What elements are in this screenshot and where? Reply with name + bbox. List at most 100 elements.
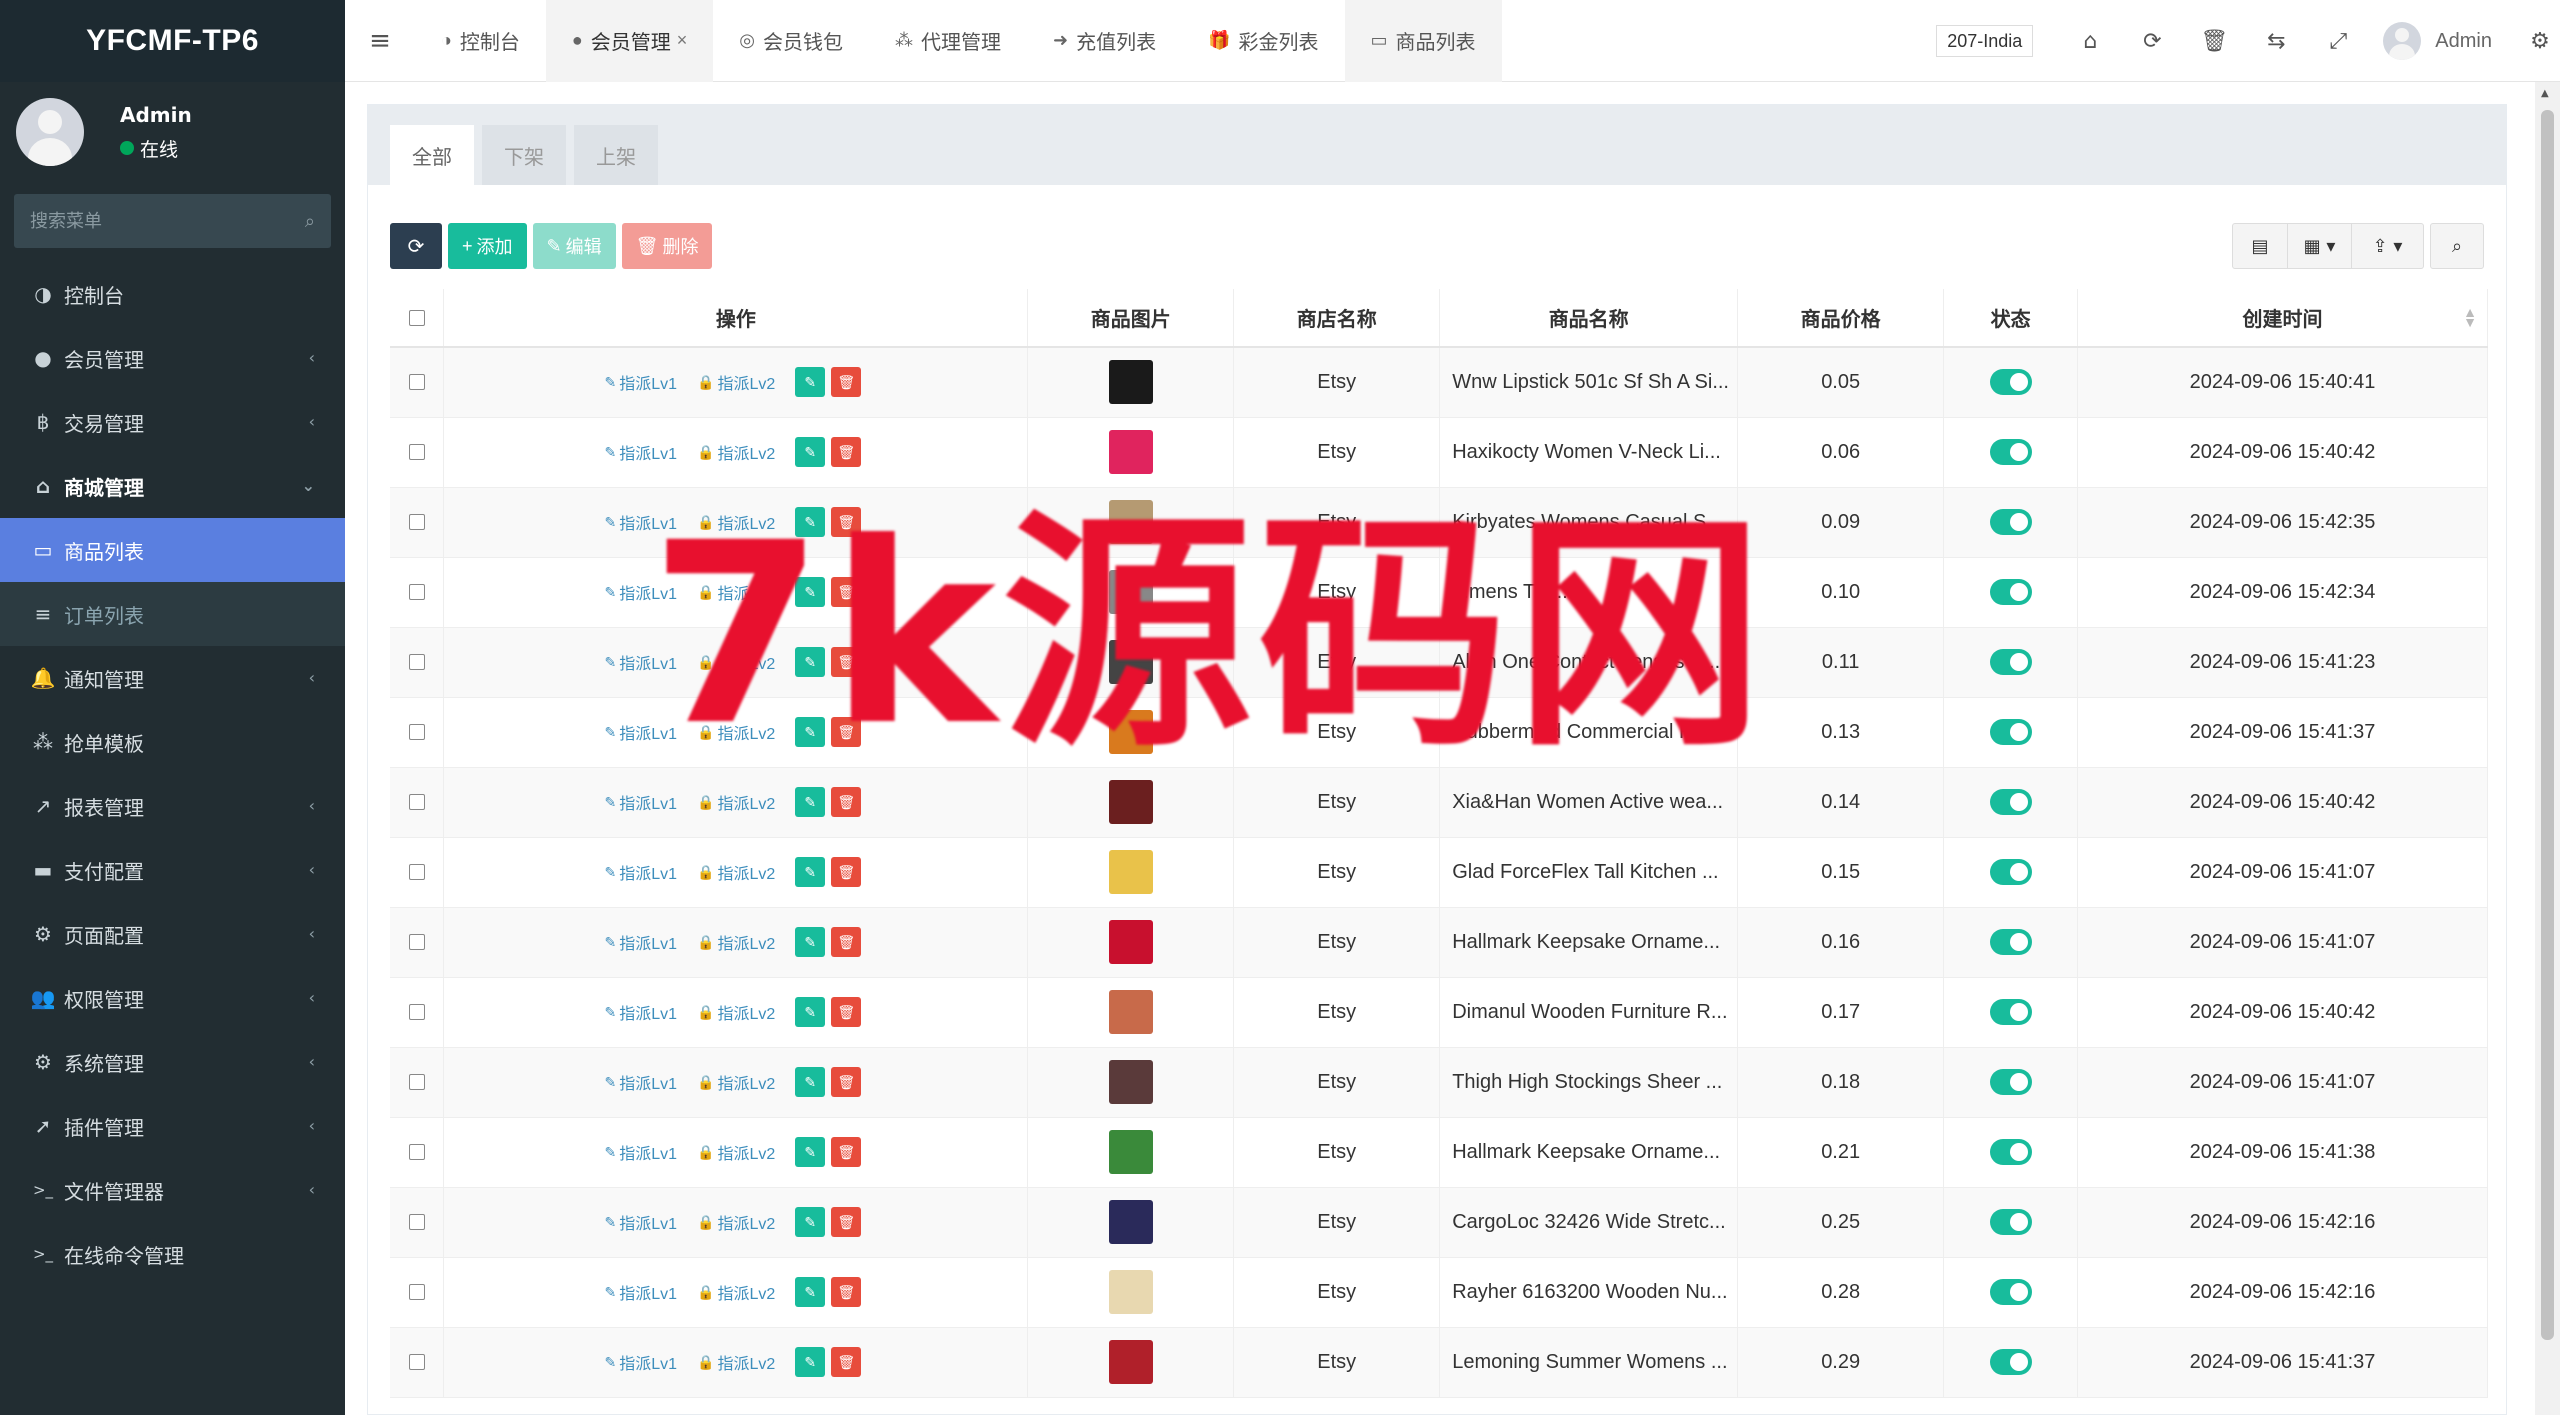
product-thumbnail[interactable] xyxy=(1108,990,1153,1034)
product-thumbnail[interactable] xyxy=(1108,710,1153,754)
columns-icon[interactable]: ▦ ▾ xyxy=(2288,223,2352,269)
assign-lv1-link[interactable]: ✎ 指派Lv1 xyxy=(605,370,678,394)
refresh-button[interactable]: ⟳ xyxy=(390,223,442,269)
sidebar-item-4[interactable]: ▭ 商品列表 xyxy=(0,518,345,582)
sidebar-item-3[interactable]: ⌂ 商城管理 ⌄ xyxy=(0,454,345,518)
sidebar-item-2[interactable]: ฿ 交易管理 ‹ xyxy=(0,390,345,454)
row-edit-button[interactable]: ✎ xyxy=(795,927,826,957)
status-toggle[interactable] xyxy=(1989,859,2032,885)
status-toggle[interactable] xyxy=(1989,509,2032,535)
row-edit-button[interactable]: ✎ xyxy=(795,367,826,398)
select-all-checkbox[interactable] xyxy=(408,309,425,326)
assign-lv2-link[interactable]: 🔒 指派Lv2 xyxy=(697,1000,775,1024)
row-edit-button[interactable]: ✎ xyxy=(795,1137,826,1167)
product-thumbnail[interactable] xyxy=(1108,850,1153,894)
status-toggle[interactable] xyxy=(1989,1139,2032,1165)
sidebar-item-1[interactable]: ● 会员管理 ‹ xyxy=(0,326,345,390)
row-checkbox[interactable] xyxy=(408,864,425,881)
toggle-view-icon[interactable]: ▤ xyxy=(2232,223,2288,269)
row-checkbox[interactable] xyxy=(408,1144,425,1161)
row-checkbox[interactable] xyxy=(408,1214,425,1231)
product-thumbnail[interactable] xyxy=(1108,920,1153,964)
row-edit-button[interactable]: ✎ xyxy=(795,507,826,537)
row-edit-button[interactable]: ✎ xyxy=(795,1277,826,1307)
assign-lv1-link[interactable]: ✎ 指派Lv1 xyxy=(605,1280,678,1304)
assign-lv2-link[interactable]: 🔒 指派Lv2 xyxy=(697,1070,775,1094)
search-icon[interactable]: ⌕ xyxy=(305,211,315,232)
row-checkbox[interactable] xyxy=(408,374,425,391)
row-edit-button[interactable]: ✎ xyxy=(795,1207,826,1237)
sidebar-item-15[interactable]: >_ 在线命令管理 xyxy=(0,1222,345,1286)
assign-lv2-link[interactable]: 🔒 指派Lv2 xyxy=(697,1140,775,1164)
tab-0[interactable]: ◑ 控制台 xyxy=(415,0,546,82)
sidebar-item-7[interactable]: ⁂ 抢单模板 xyxy=(0,710,345,774)
add-button[interactable]: + 添加 xyxy=(448,223,527,269)
row-delete-button[interactable]: 🗑 xyxy=(831,1067,862,1097)
tab-all[interactable]: 全部 xyxy=(390,125,474,185)
product-thumbnail[interactable] xyxy=(1108,1060,1153,1104)
product-thumbnail[interactable] xyxy=(1108,640,1153,684)
edit-button[interactable]: ✎ 编辑 xyxy=(532,223,616,269)
row-delete-button[interactable]: 🗑 xyxy=(831,857,862,887)
status-toggle[interactable] xyxy=(1989,369,2032,396)
assign-lv1-link[interactable]: ✎ 指派Lv1 xyxy=(605,720,678,744)
tab-online[interactable]: 上架 xyxy=(574,125,658,185)
row-delete-button[interactable]: 🗑 xyxy=(831,507,862,537)
assign-lv1-link[interactable]: ✎ 指派Lv1 xyxy=(605,1070,678,1094)
sidebar-item-0[interactable]: ◑ 控制台 xyxy=(0,262,345,326)
assign-lv1-link[interactable]: ✎ 指派Lv1 xyxy=(605,1210,678,1234)
row-delete-button[interactable]: 🗑 xyxy=(831,1207,862,1237)
menu-toggle-icon[interactable]: ≡ xyxy=(345,26,415,56)
tab-5[interactable]: 🎁 彩金列表 xyxy=(1182,0,1344,82)
assign-lv1-link[interactable]: ✎ 指派Lv1 xyxy=(605,790,678,814)
sidebar-item-9[interactable]: ▬ 支付配置 ‹ xyxy=(0,838,345,902)
assign-lv1-link[interactable]: ✎ 指派Lv1 xyxy=(605,510,678,534)
assign-lv2-link[interactable]: 🔒 指派Lv2 xyxy=(697,580,775,604)
row-delete-button[interactable]: 🗑 xyxy=(831,1347,862,1377)
row-checkbox[interactable] xyxy=(408,794,425,811)
row-checkbox[interactable] xyxy=(408,1354,425,1371)
sidebar-item-13[interactable]: ➚ 插件管理 ‹ xyxy=(0,1094,345,1158)
row-edit-button[interactable]: ✎ xyxy=(795,717,826,747)
status-toggle[interactable] xyxy=(1989,579,2032,605)
row-delete-button[interactable]: 🗑 xyxy=(831,367,862,398)
assign-lv1-link[interactable]: ✎ 指派Lv1 xyxy=(605,1350,678,1374)
row-delete-button[interactable]: 🗑 xyxy=(831,997,862,1027)
translate-icon[interactable]: ⇆ xyxy=(2245,29,2307,54)
status-toggle[interactable] xyxy=(1989,1209,2032,1235)
product-thumbnail[interactable] xyxy=(1108,1270,1153,1314)
row-checkbox[interactable] xyxy=(408,1074,425,1091)
sidebar-item-6[interactable]: 🔔 通知管理 ‹ xyxy=(0,646,345,710)
status-toggle[interactable] xyxy=(1989,789,2032,815)
assign-lv1-link[interactable]: ✎ 指派Lv1 xyxy=(605,860,678,884)
assign-lv2-link[interactable]: 🔒 指派Lv2 xyxy=(697,1350,775,1374)
product-thumbnail[interactable] xyxy=(1108,360,1153,405)
status-toggle[interactable] xyxy=(1989,1069,2032,1095)
row-delete-button[interactable]: 🗑 xyxy=(831,647,862,677)
row-delete-button[interactable]: 🗑 xyxy=(831,717,862,747)
row-edit-button[interactable]: ✎ xyxy=(795,437,826,467)
delete-button[interactable]: 🗑 删除 xyxy=(621,223,713,269)
row-checkbox[interactable] xyxy=(408,444,425,461)
export-icon[interactable]: ⇪ ▾ xyxy=(2352,223,2424,269)
assign-lv1-link[interactable]: ✎ 指派Lv1 xyxy=(605,1140,678,1164)
sort-icon[interactable]: ▲ ▼ xyxy=(2463,305,2477,329)
status-toggle[interactable] xyxy=(1989,439,2032,465)
product-thumbnail[interactable] xyxy=(1108,780,1153,824)
row-edit-button[interactable]: ✎ xyxy=(795,1067,826,1097)
tab-1[interactable]: ● 会员管理 × xyxy=(545,0,714,82)
assign-lv2-link[interactable]: 🔒 指派Lv2 xyxy=(697,440,775,464)
assign-lv2-link[interactable]: 🔒 指派Lv2 xyxy=(697,650,775,674)
assign-lv1-link[interactable]: ✎ 指派Lv1 xyxy=(605,930,678,954)
refresh-icon[interactable]: ⟳ xyxy=(2121,29,2183,54)
row-delete-button[interactable]: 🗑 xyxy=(831,577,862,607)
row-delete-button[interactable]: 🗑 xyxy=(831,1137,862,1167)
home-icon[interactable]: ⌂ xyxy=(2059,29,2121,54)
language-select[interactable]: 207-India xyxy=(1936,25,2034,57)
close-icon[interactable]: × xyxy=(677,30,688,51)
assign-lv1-link[interactable]: ✎ 指派Lv1 xyxy=(605,1000,678,1024)
fullscreen-icon[interactable]: ⤢ xyxy=(2307,29,2369,54)
assign-lv2-link[interactable]: 🔒 指派Lv2 xyxy=(697,1280,775,1304)
assign-lv2-link[interactable]: 🔒 指派Lv2 xyxy=(697,860,775,884)
product-thumbnail[interactable] xyxy=(1108,1200,1153,1244)
